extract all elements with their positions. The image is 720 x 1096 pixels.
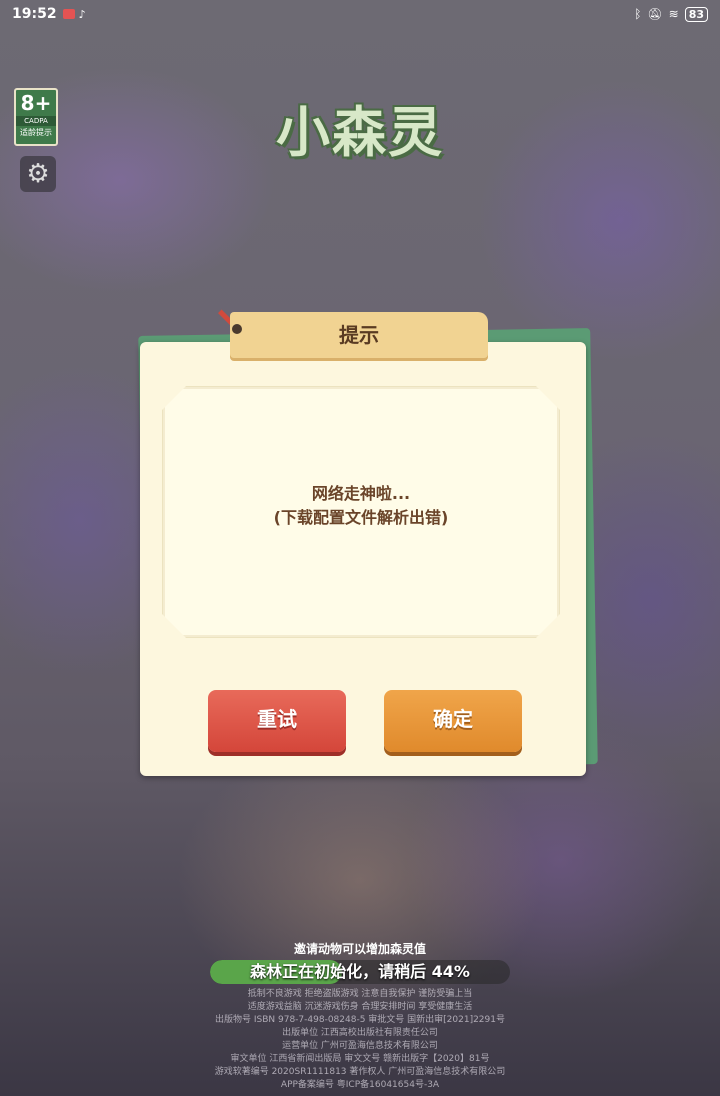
legal-notice: 抵制不良游戏 拒绝盗版游戏 注意自我保护 谨防受骗上当 适度游戏益脑 沉迷游戏伤身… (180, 988, 540, 1092)
rating-tip: 适龄提示 (20, 128, 52, 137)
red-app-icon (62, 9, 75, 19)
status-bar: 19:52 ♪ ᛒ 🔕︎ ≋ 83 (0, 0, 720, 28)
status-time: 19:52 (12, 6, 57, 22)
rating-org: CADPA (16, 116, 56, 126)
bluetooth-icon: ᛒ (634, 7, 642, 21)
settings-gear-icon[interactable]: ⚙ (20, 156, 56, 192)
invite-hint: 邀请动物可以增加森灵值 (293, 942, 426, 956)
tiktok-icon: ♪ (78, 7, 86, 21)
pin-icon (230, 322, 244, 336)
dialog-title: 提示 (230, 312, 488, 358)
status-indicators: ᛒ 🔕︎ ≋ 83 (634, 6, 708, 22)
age-rating-badge[interactable]: 8+ CADPA 适龄提示 (14, 88, 58, 146)
legal-line: 审文单位 江西省新闻出版局 审文文号 赣新出版字【2020】81号 (230, 1054, 490, 1064)
mute-icon: 🔕︎ (647, 7, 663, 21)
message-line-2: (下载配置文件解析出错) (273, 508, 449, 527)
loading-status: 森林正在初始化，请稍后 44% (250, 962, 470, 981)
age-rating-number: 8+ (20, 91, 52, 115)
dialog-message: 网络走神啦... (下载配置文件解析出错) (162, 482, 560, 530)
legal-line: 游戏软著编号 2020SR1111813 著作权人 广州可盈海信息技术有限公司 (214, 1067, 506, 1077)
game-logo: 小森灵 (276, 101, 444, 164)
retry-button[interactable]: 重试 (208, 690, 346, 752)
legal-line: 出版单位 江西高校出版社有限责任公司 (282, 1028, 438, 1038)
legal-line: 出版物号 ISBN 978-7-498-08248-5 审批文号 国新出审[20… (215, 1015, 505, 1025)
legal-line: 适度游戏益脑 沉迷游戏伤身 合理安排时间 享受健康生活 (247, 1002, 473, 1012)
message-line-1: 网络走神啦... (311, 484, 411, 503)
legal-line: APP备案编号 粤ICP备16041654号-3A (280, 1080, 440, 1090)
legal-line: 抵制不良游戏 拒绝盗版游戏 注意自我保护 谨防受骗上当 (247, 989, 473, 999)
legal-line: 运营单位 广州可盈海信息技术有限公司 (282, 1041, 438, 1051)
battery-icon: 83 (684, 6, 708, 22)
wifi-icon: ≋ (668, 7, 679, 21)
confirm-button[interactable]: 确定 (384, 690, 522, 752)
